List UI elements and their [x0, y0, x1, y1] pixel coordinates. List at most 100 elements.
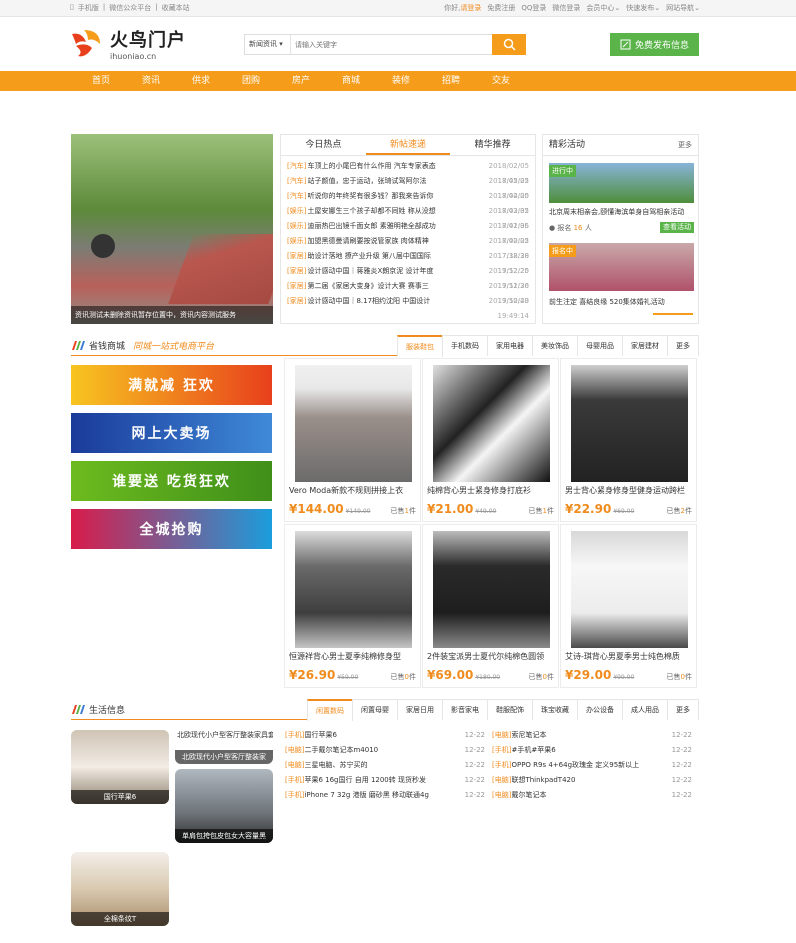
- news-item[interactable]: [娱乐] 迪丽热巴出镜千面女郎 素雅明艳全部成功 2018/02/05 17:40:…: [287, 219, 529, 245]
- product-image[interactable]: [295, 365, 412, 482]
- tab-new-posts[interactable]: 新帖速递: [365, 135, 451, 155]
- news-item[interactable]: [家居] 助设计落地 撩产业升级 第八届中国国际 2017/12/20 19:52:…: [287, 249, 529, 275]
- list-item[interactable]: [手机] 苹果6 16g国行 自用 1200转 现货秒发 12-22: [285, 773, 485, 788]
- list-item[interactable]: [电脑] 二手戴尔笔记本m4010 12-22: [285, 743, 485, 758]
- product-card[interactable]: 2件装宝派男士夏代尔纯棉色圆领 ¥69.00 ¥180.00 已售0件: [422, 524, 559, 688]
- search-button[interactable]: [492, 34, 526, 55]
- tab-adult[interactable]: 成人用品: [622, 699, 668, 720]
- qq-login-link[interactable]: QQ登录: [521, 3, 546, 13]
- view-activity-button[interactable]: 查看活动: [660, 222, 694, 233]
- search-bar: 新闻资讯 ▾: [244, 34, 526, 55]
- search-input[interactable]: [291, 35, 492, 54]
- nav-mall[interactable]: 商城: [326, 71, 376, 91]
- nav-house[interactable]: 房产: [276, 71, 326, 91]
- list-item[interactable]: [手机] OPPO R9s 4+64g玫瑰金 定义95新以上 12-22: [492, 758, 692, 773]
- product-title[interactable]: 2件装宝派男士夏代尔纯棉色圆领: [427, 651, 556, 662]
- nav-groupbuy[interactable]: 团购: [226, 71, 276, 91]
- nav-jobs[interactable]: 招聘: [426, 71, 476, 91]
- tab-beauty[interactable]: 美妆饰品: [532, 335, 578, 356]
- news-item[interactable]: [家居] 设计感动中国｜蒋雅炎X朗京泥 设计年度 2017/12/20 19:51:…: [287, 264, 529, 290]
- tab-digital[interactable]: 手机数码: [442, 335, 488, 356]
- image-caption: 单肩包挎包皮包女大容量黑: [175, 829, 273, 843]
- news-item[interactable]: [汽车] 站子颜值，忠于运动，张琦试驾阿尔法 2018/02/05 17:44:20: [287, 174, 529, 200]
- activity-image[interactable]: 报名中: [549, 243, 694, 291]
- bookmark-link[interactable]: 收藏本站: [162, 3, 190, 13]
- headline-slider[interactable]: 资讯测试未删除资讯暂存位置中，资讯内容测试服务: [71, 134, 273, 324]
- product-card[interactable]: 男士背心紧身修身型健身运动跨栏 ¥22.90 ¥69.00 已售2件: [560, 358, 697, 522]
- activity-more-link[interactable]: 更多: [678, 135, 692, 155]
- product-image[interactable]: [571, 531, 688, 648]
- news-item[interactable]: [娱乐] 土屋安娜生三个孩子却都不同姓 称从没想 2018/02/05 17:41:…: [287, 204, 529, 230]
- promo-banner[interactable]: 全城抢购: [71, 509, 272, 549]
- activity-image[interactable]: 进行中: [549, 163, 694, 203]
- tab-jewelry[interactable]: 珠宝收藏: [532, 699, 578, 720]
- tab-today-hot[interactable]: 今日热点: [281, 135, 366, 155]
- tab-baby[interactable]: 母婴用品: [577, 335, 623, 356]
- nav-decoration[interactable]: 装修: [376, 71, 426, 91]
- nav-home[interactable]: 首页: [76, 71, 126, 91]
- tab-household[interactable]: 家居日用: [397, 699, 443, 720]
- tab-featured[interactable]: 精华推荐: [450, 135, 535, 155]
- news-item[interactable]: [汽车] 听说你的年终奖有很多钱？那我来告诉你 2018/02/05 17:43:3…: [287, 189, 529, 215]
- quick-publish-link[interactable]: 快速发布⌄: [626, 3, 660, 13]
- promo-banner[interactable]: 网上大卖场: [71, 413, 272, 453]
- product-title[interactable]: Vero Moda新款不规则拼接上衣: [289, 485, 418, 496]
- product-title[interactable]: 恒源祥背心男士夏季纯棉修身型: [289, 651, 418, 662]
- section-title: 生活信息: [89, 706, 126, 716]
- product-image[interactable]: [433, 531, 550, 648]
- site-nav-link[interactable]: 网站导航⌄: [666, 3, 700, 13]
- product-title[interactable]: 纯棉背心男士紧身修身打底衫: [427, 485, 556, 496]
- nav-supply[interactable]: 供求: [176, 71, 226, 91]
- product-card[interactable]: 艾诗-琪背心男夏季男士纯色棉质 ¥29.00 ¥99.00 已售0件: [560, 524, 697, 688]
- product-image[interactable]: [295, 531, 412, 648]
- free-publish-button[interactable]: 免费发布信息: [610, 33, 699, 56]
- life-image-card[interactable]: 全棉条纹T: [71, 852, 169, 926]
- list-item[interactable]: [电脑] 联想ThinkpadT420 12-22: [492, 773, 692, 788]
- list-item[interactable]: [手机] #手机#苹果6 12-22: [492, 743, 692, 758]
- news-item[interactable]: [娱乐] 加盟黑德曼请刷要按说管家族 肉体精神 2018/02/05 17:38:3…: [287, 234, 529, 260]
- product-image[interactable]: [571, 365, 688, 482]
- tab-more[interactable]: 更多: [667, 335, 699, 356]
- promo-banner[interactable]: 谁要送 吃货狂欢: [71, 461, 272, 501]
- tab-av-appliance[interactable]: 影音家电: [442, 699, 488, 720]
- news-item[interactable]: [汽车] 车顶上的小尾巴有什么作用 汽车专家表态 2018/02/05 17:45:…: [287, 159, 529, 185]
- activity-title-text[interactable]: 前生注定 喜结良缘 520集体婚礼活动: [549, 297, 694, 307]
- wechat-platform-link[interactable]: 微信公众平台: [109, 3, 151, 13]
- product-title[interactable]: 艾诗-琪背心男夏季男士纯色棉质: [565, 651, 694, 662]
- product-card[interactable]: 纯棉背心男士紧身修身打底衫 ¥21.00 ¥49.00 已售1件: [422, 358, 559, 522]
- search-category-select[interactable]: 新闻资讯 ▾: [245, 35, 291, 54]
- register-link[interactable]: 免费注册: [487, 3, 515, 13]
- list-item[interactable]: [手机] iPhone 7 32g 港版 磨砂黑 移动联通4g 12-22: [285, 788, 485, 803]
- wechat-login-link[interactable]: 微信登录: [552, 3, 580, 13]
- tab-home[interactable]: 家居建材: [622, 335, 668, 356]
- promo-banner[interactable]: 满就减 狂欢: [71, 365, 272, 405]
- tab-shoes-clothes[interactable]: 鞋服配饰: [487, 699, 533, 720]
- product-title[interactable]: 男士背心紧身修身型健身运动跨栏: [565, 485, 694, 496]
- login-link[interactable]: 请登录: [460, 4, 481, 12]
- news-item[interactable]: [家居] 第二届《家居大变身》设计大赛 赛事三 2017/12/20 19:50:4…: [287, 279, 529, 305]
- mobile-link[interactable]: 手机版: [78, 3, 99, 13]
- list-item[interactable]: [手机] 国行苹果6 12-22: [285, 728, 485, 743]
- product-image[interactable]: [433, 365, 550, 482]
- list-item[interactable]: [电脑] 戴尔笔记本 12-22: [492, 788, 692, 803]
- tab-office[interactable]: 办公设备: [577, 699, 623, 720]
- tab-clothing[interactable]: 服装鞋包: [397, 335, 443, 357]
- activity-title-text[interactable]: 北京周末相亲会,颐懂海滨单身自驾相亲活动: [549, 207, 694, 217]
- life-image-card[interactable]: 国行苹果6: [71, 730, 169, 804]
- nav-news[interactable]: 资讯: [126, 71, 176, 91]
- site-logo[interactable]: 火鸟门户 ihuoniao.cn: [70, 26, 186, 61]
- tab-appliances[interactable]: 家用电器: [487, 335, 533, 356]
- tab-idle-baby[interactable]: 闲置母婴: [352, 699, 398, 720]
- product-sold: 已售0件: [390, 673, 416, 681]
- product-card[interactable]: Vero Moda新款不规则拼接上衣 ¥144.00 ¥149.00 已售1件: [284, 358, 421, 522]
- list-item[interactable]: [电脑] 索尼笔记本 12-22: [492, 728, 692, 743]
- news-item[interactable]: [家居] 设计感动中国｜8.17相约沈阳 中国设计 2017/12/20 19:49…: [287, 294, 529, 320]
- life-image-card[interactable]: 单肩包挎包皮包女大容量黑: [175, 769, 273, 843]
- tab-idle-digital[interactable]: 闲置数码: [307, 699, 353, 721]
- nav-dating[interactable]: 交友: [476, 71, 526, 91]
- tab-more[interactable]: 更多: [667, 699, 699, 720]
- member-center-link[interactable]: 会员中心⌄: [586, 3, 620, 13]
- list-item[interactable]: [电脑] 三星电脑、苏宁买的 12-22: [285, 758, 485, 773]
- product-card[interactable]: 恒源祥背心男士夏季纯棉修身型 ¥26.90 ¥59.00 已售0件: [284, 524, 421, 688]
- life-image-card[interactable]: 北欧现代小户型客厅整装家具套装沙发单人双人三人 北欧现代小户型客厅整装家: [175, 730, 273, 764]
